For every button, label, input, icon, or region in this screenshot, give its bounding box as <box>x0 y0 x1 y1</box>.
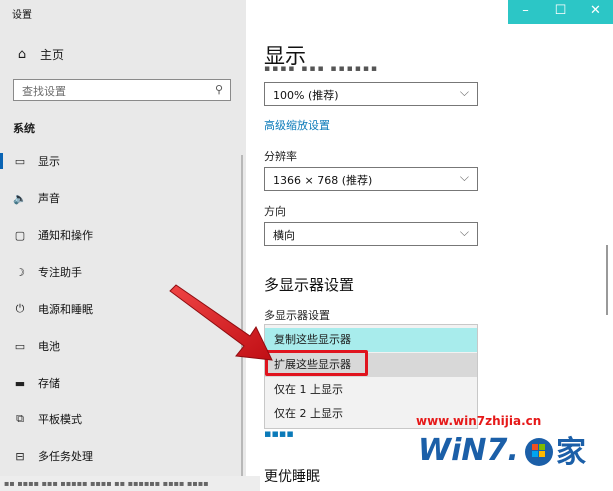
close-button[interactable]: ✕ <box>578 0 613 24</box>
dropdown-option-duplicate[interactable]: 复制这些显示器 <box>265 328 477 352</box>
watermark-url: www.win7zhijia.cn <box>416 414 542 428</box>
svg-text:WiN7.: WiN7. <box>418 433 519 468</box>
multitasking-icon: ⊟ <box>15 449 25 463</box>
orientation-value: 横向 <box>273 229 295 242</box>
sidebar-item-label: 电池 <box>38 340 60 353</box>
sidebar-item-sound[interactable]: 🔈 声音 <box>0 183 246 213</box>
multi-display-heading: 多显示器设置 <box>264 276 355 294</box>
sidebar-item-label: 多任务处理 <box>38 450 93 463</box>
sidebar-item-multitasking[interactable]: ⊟ 多任务处理 <box>0 441 246 471</box>
sleep-heading: 更优睡眠 <box>264 469 320 485</box>
battery-icon: ▭ <box>14 339 26 353</box>
search-icon[interactable]: ⚲ <box>215 83 223 96</box>
svg-text:家: 家 <box>556 435 586 470</box>
section-heading-system: 系统 <box>13 122 35 135</box>
sidebar-item-storage[interactable]: ▬ 存储 <box>0 368 246 398</box>
sidebar-item-label: 声音 <box>38 192 60 205</box>
scale-label-cutoff: ▪▪▪▪ ▪▪▪ ▪▪▪▪▪▪ <box>264 64 380 74</box>
dropdown-option-only-1[interactable]: 仅在 1 上显示 <box>265 378 477 402</box>
watermark-logo: WiN7. 家 <box>418 433 586 470</box>
sidebar-item-label: 专注助手 <box>38 266 82 279</box>
sidebar-item-label: 平板模式 <box>38 413 82 426</box>
scale-value: 100% (推荐) <box>273 89 339 102</box>
resolution-label: 分辨率 <box>264 150 297 163</box>
sidebar-item-label: 存储 <box>38 377 60 390</box>
sidebar-item-label: 电源和睡眠 <box>38 303 93 316</box>
sound-icon: 🔈 <box>13 191 27 205</box>
sidebar-item-display[interactable]: ▭ 显示 <box>0 146 246 176</box>
sidebar-item-notifications[interactable]: ▢ 通知和操作 <box>0 220 246 250</box>
focus-assist-icon: ☽ <box>15 265 25 279</box>
sidebar-item-home[interactable]: ⌂ 主页 <box>14 46 64 63</box>
chevron-down-icon: ⌵ <box>459 170 469 184</box>
home-icon: ⌂ <box>17 47 27 62</box>
power-icon: ⏻ <box>15 302 25 315</box>
tablet-mode-icon: ⧉ <box>16 412 24 425</box>
resolution-value: 1366 × 768 (推荐) <box>273 174 373 187</box>
sidebar-item-label: 通知和操作 <box>38 229 93 242</box>
orientation-label: 方向 <box>264 205 286 218</box>
chevron-down-icon: ⌵ <box>459 85 469 99</box>
notifications-icon: ▢ <box>14 228 26 242</box>
search-placeholder: 查找设置 <box>22 85 66 98</box>
minimize-button[interactable]: – <box>508 0 543 24</box>
search-input[interactable]: 查找设置 ⚲ <box>13 79 231 101</box>
resolution-select[interactable]: 1366 × 768 (推荐) ⌵ <box>264 167 478 191</box>
display-icon: ▭ <box>14 154 26 168</box>
main-scrollbar[interactable] <box>606 245 608 315</box>
annotation-arrow-icon <box>169 284 273 361</box>
sidebar-item-tablet-mode[interactable]: ⧉ 平板模式 <box>0 404 246 434</box>
sidebar: 设置 ⌂ 主页 查找设置 ⚲ 系统 ▭ 显示 🔈 声音 ▢ 通知和操作 ☽ 专注… <box>0 0 246 491</box>
active-indicator <box>0 153 3 169</box>
scale-select[interactable]: 100% (推荐) ⌵ <box>264 82 478 106</box>
sidebar-item-label: 显示 <box>38 155 60 168</box>
maximize-button[interactable]: ☐ <box>543 0 578 24</box>
window-title: 设置 <box>12 10 32 21</box>
advanced-scaling-link[interactable]: 高级缩放设置 <box>264 117 330 133</box>
window-controls: – ☐ ✕ <box>508 0 613 24</box>
home-label: 主页 <box>40 48 65 62</box>
caption-strip: ▪▪ ▪▪▪▪ ▪▪▪ ▪▪▪▪▪ ▪▪▪▪ ▪▪ ▪▪▪▪▪▪ ▪▪▪▪ ▪▪… <box>0 476 260 491</box>
storage-icon: ▬ <box>14 376 26 390</box>
chevron-down-icon: ⌵ <box>459 225 469 239</box>
orientation-select[interactable]: 横向 ⌵ <box>264 222 478 246</box>
annotation-highlight-box <box>265 350 368 376</box>
